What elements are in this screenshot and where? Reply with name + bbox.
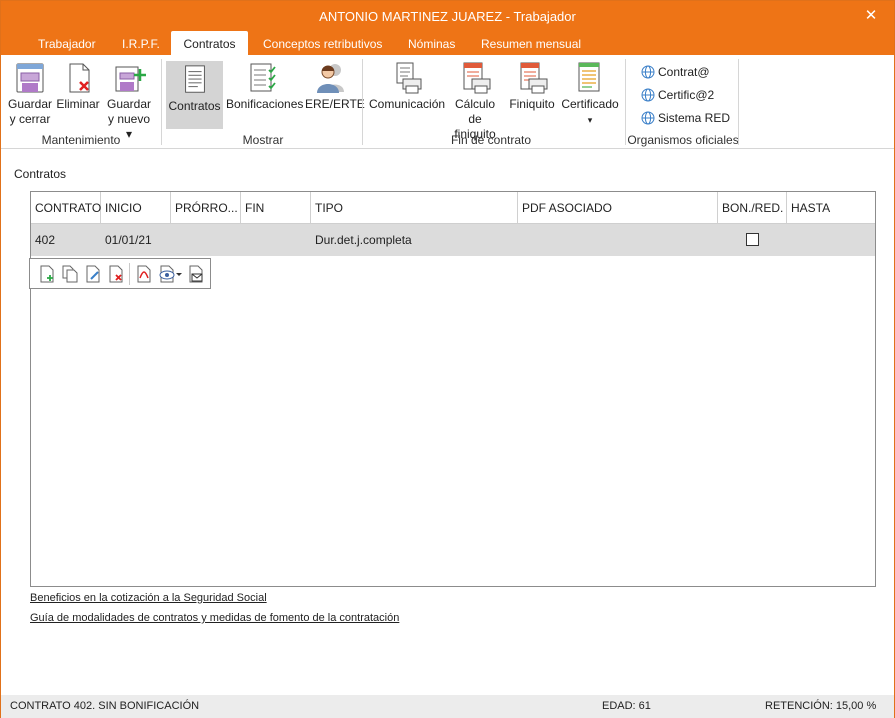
certifica2-link[interactable]: Certific@2 <box>641 86 714 104</box>
bonificaciones-button[interactable]: Bonificaciones <box>226 61 304 112</box>
contrata-label: Contrat@ <box>658 65 710 79</box>
sistema-red-label: Sistema RED <box>658 111 731 125</box>
group-label-mostrar: Mostrar <box>242 133 284 147</box>
status-edad: EDAD: 61 <box>602 700 651 712</box>
window-title: ANTONIO MARTINEZ JUAREZ - Trabajador <box>319 9 576 24</box>
guardar-cerrar-label-2: y cerrar <box>9 112 51 126</box>
finiquito-button[interactable]: Finiquito <box>507 61 557 112</box>
save-new-icon <box>115 66 146 92</box>
tab-contratos[interactable]: Contratos <box>171 31 248 55</box>
bon-red-checkbox[interactable] <box>746 233 759 246</box>
calculo-finiquito-label-1: Cálculo de <box>454 97 496 126</box>
comunicacion-button[interactable]: Comunicación <box>369 61 446 112</box>
contract-document-icon <box>184 65 205 93</box>
column-header-contrato[interactable]: CONTRATO <box>31 192 101 223</box>
certificado-label: Certificado <box>561 97 619 111</box>
cell-inicio: 01/01/21 <box>105 233 152 247</box>
status-retencion: RETENCIÓN: 15,00 % <box>765 700 877 712</box>
table-row[interactable]: 402 01/01/21 Dur.det.j.completa <box>31 224 875 256</box>
contracts-table: CONTRATO INICIO PRÓRRO... FIN TIPO PDF A… <box>30 191 876 587</box>
contratos-button[interactable]: Contratos <box>166 61 223 129</box>
column-header-prorroga[interactable]: PRÓRRO... <box>171 192 241 223</box>
guardar-nuevo-label-1: Guardar <box>106 97 152 111</box>
calculator-document-icon <box>463 62 491 94</box>
tab-nominas[interactable]: Nóminas <box>398 33 465 55</box>
tab-trabajador[interactable]: Trabajador <box>28 33 106 55</box>
eliminar-label: Eliminar <box>56 97 100 111</box>
cell-contrato: 402 <box>35 233 56 247</box>
globe-icon <box>641 88 655 102</box>
table-header: CONTRATO INICIO PRÓRRO... FIN TIPO PDF A… <box>31 192 875 224</box>
cell-hasta <box>787 224 875 256</box>
tab-bar: Trabajador I.R.P.F. Contratos Conceptos … <box>1 31 894 55</box>
chevron-down-icon: ▾ <box>587 115 593 125</box>
calculo-finiquito-button[interactable]: Cálculo de finiquito <box>447 61 503 142</box>
beneficios-link[interactable]: Beneficios en la cotización a la Segurid… <box>30 592 267 604</box>
tab-resumen-mensual[interactable]: Resumen mensual <box>471 33 591 55</box>
person-icon <box>317 64 344 93</box>
close-icon[interactable]: ✕ <box>862 7 880 25</box>
group-label-mantenimiento: Mantenimiento <box>41 133 121 147</box>
cell-pdf-asociado <box>518 224 718 256</box>
comunicacion-label: Comunicación <box>369 97 446 111</box>
toolbar-separator <box>129 263 130 285</box>
section-title: Contratos <box>14 167 67 181</box>
row-toolbar <box>29 258 211 289</box>
pdf-icon[interactable] <box>135 265 153 283</box>
bonificaciones-label: Bonificaciones <box>226 97 304 111</box>
column-header-pdf-asociado[interactable]: PDF ASOCIADO <box>518 192 718 223</box>
cell-prorroga <box>171 224 241 256</box>
tab-irpf[interactable]: I.R.P.F. <box>112 33 170 55</box>
guardar-cerrar-button[interactable]: Guardar y cerrar <box>7 61 53 127</box>
save-close-icon <box>16 63 44 93</box>
cell-tipo: Dur.det.j.completa <box>315 233 412 247</box>
trabajador-window: ANTONIO MARTINEZ JUAREZ - Trabajador ✕ T… <box>0 0 895 718</box>
sistema-red-link[interactable]: Sistema RED <box>641 109 730 127</box>
printer-document-icon <box>396 62 421 94</box>
group-label-fin-contrato: Fin de contrato <box>450 133 532 147</box>
certificate-icon <box>578 62 600 92</box>
finiquito-printer-icon <box>520 62 548 94</box>
new-document-icon[interactable] <box>38 265 56 283</box>
title-bar: ANTONIO MARTINEZ JUAREZ - Trabajador ✕ <box>1 1 894 33</box>
group-label-organismos: Organismos oficiales <box>627 133 739 147</box>
eliminar-button[interactable]: Eliminar <box>55 61 101 112</box>
group-separator <box>738 59 739 145</box>
group-separator <box>362 59 363 145</box>
tab-conceptos-retributivos[interactable]: Conceptos retributivos <box>253 33 392 55</box>
ere-erte-label: ERE/ERTE <box>305 97 365 111</box>
certifica2-label: Certific@2 <box>658 88 715 102</box>
globe-icon <box>641 111 655 125</box>
delete-document-icon <box>69 63 90 93</box>
column-header-hasta[interactable]: HASTA <box>787 192 875 223</box>
column-header-tipo[interactable]: TIPO <box>311 192 518 223</box>
column-header-inicio[interactable]: INICIO <box>101 192 171 223</box>
contratos-label: Contratos <box>168 99 221 113</box>
guardar-nuevo-button[interactable]: Guardar y nuevo ▾ <box>104 61 154 142</box>
status-bar: CONTRATO 402. SIN BONIFICACIÓN EDAD: 61 … <box>1 695 894 718</box>
column-header-fin[interactable]: FIN <box>241 192 311 223</box>
column-header-bon-red[interactable]: BON./RED. <box>718 192 787 223</box>
email-document-icon[interactable] <box>187 265 205 283</box>
guardar-cerrar-label-1: Guardar <box>7 97 53 111</box>
delete-document-icon[interactable] <box>107 265 125 283</box>
cell-fin <box>241 224 311 256</box>
group-separator <box>625 59 626 145</box>
finiquito-label: Finiquito <box>509 97 555 111</box>
copy-document-icon[interactable] <box>61 265 79 283</box>
contrata-link[interactable]: Contrat@ <box>641 63 710 81</box>
ribbon: Guardar y cerrar Eliminar Guardar y nuev… <box>1 55 894 149</box>
certificado-button[interactable]: Certificado ▾ <box>561 61 619 128</box>
view-dropdown-icon[interactable] <box>158 265 182 283</box>
guia-modalidades-link[interactable]: Guía de modalidades de contratos y medid… <box>30 612 399 624</box>
ere-erte-button[interactable]: ERE/ERTE <box>305 61 365 112</box>
globe-icon <box>641 65 655 79</box>
status-contrato: CONTRATO 402. SIN BONIFICACIÓN <box>10 700 200 712</box>
edit-document-icon[interactable] <box>84 265 102 283</box>
group-separator <box>161 59 162 145</box>
bonificaciones-checklist-icon <box>250 63 276 92</box>
